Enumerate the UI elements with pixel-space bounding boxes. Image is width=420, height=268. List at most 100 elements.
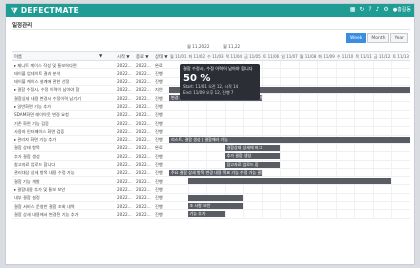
day-gridline [298,202,300,210]
day-gridline [261,210,263,218]
gantt-track [169,193,410,202]
task-name: 관리대상 상세 항목 내용 수정 가능 [14,170,75,176]
user-menu[interactable]: ● 홍길동 [393,6,411,13]
day-gridline [317,69,319,77]
gantt-bar[interactable] [187,194,244,201]
day-gridline [243,185,245,193]
day-gridline [335,77,337,85]
table-row[interactable]: 관리대상 상세 항목 내용 수정 가능 2022... 2022... 진행 주요 결함… [12,168,410,178]
view-month-button[interactable]: Month [367,33,390,43]
day-gridline [372,127,374,135]
gantt-track [169,102,410,110]
table-row[interactable]: 결함 상태 항목 2022... 2022... 완료 결함상태 상세에 버그 [12,143,410,153]
day-gridline [224,119,226,127]
day-gridline [206,119,208,127]
day-gridline [261,61,263,69]
day-gridline [335,202,337,210]
task-name: ▸ 관리자 화면 기능 추가 [14,137,57,143]
grid-icon[interactable]: ▦ [350,6,356,13]
gantt-bar[interactable]: 결함상태 상세에 버그 [224,144,281,151]
table-row[interactable]: 추가 결함 생성 2022... 2022... 진행 추가 결함 생성 [12,152,410,161]
gantt-bar[interactable]: 주요 결함 상세 항목 변경 내용 목표 기능 수정 가능 결함 [169,169,262,176]
col-status-label: 상태 [155,55,163,60]
filter-icon[interactable]: ▼ [126,55,129,60]
month-header: 월 11,2022 월 11,22 [12,43,410,51]
gantt-bar[interactable] [187,178,392,185]
filter-icon[interactable]: ▼ [164,55,167,60]
day-gridline [261,168,263,177]
day-header: 금 11/12 [373,54,391,59]
table-row[interactable]: ▸ 관리자 화면 기능 추가 2022... 2022... 진행 리스트, 결함 생성… [12,135,410,144]
day-gridline [391,168,393,177]
day-gridline [335,94,337,102]
day-gridline [391,143,393,152]
col-name-header[interactable]: 이름 ▼ [14,54,102,60]
task-status: 지연 [155,87,163,93]
table-row[interactable]: ▸ 결함내용 추가 및 통보 보안 2022... 2022... 진행 [12,185,410,194]
day-gridline [335,61,337,69]
day-gridline [261,94,263,102]
day-gridline [335,185,337,193]
table-row[interactable]: 사용자 인터페이스 화면 검증 2022... 2022... 진행 [12,127,410,136]
day-gridline [391,61,393,69]
table-row[interactable]: 기존 화면 기능 검증 2022... 2022... 진행 [12,119,410,128]
help-icon[interactable]: ? [368,6,371,13]
gantt-bar[interactable]: 기능 추가 [187,211,225,218]
day-gridline [261,69,263,77]
day-headers: 월 11/01 화 11/02 수 11/03 목 11/04 금 11/05 토 11/… [169,52,410,60]
day-gridline [280,143,282,152]
task-start: 2022... [117,203,132,209]
gantt-track: 결함상태 상세에 버그 [169,143,410,152]
app-logo[interactable]: ⧩ DEFECTMATE [11,6,79,16]
day-gridline [391,119,393,127]
day-gridline [354,193,356,202]
view-week-button[interactable]: Week [346,33,367,43]
table-row[interactable]: 참고자료 업로드 합니다 2022... 2022... 진행 참고자료 업로드 합 [12,160,410,169]
filter-icon[interactable]: ▼ [99,54,102,59]
task-status: 진행 [155,79,163,85]
task-name: 참고자료 업로드 합니다 [14,162,56,168]
day-gridline [372,119,374,127]
table-row[interactable]: 내부 결함 설정 2022... 2022... 진행 [12,193,410,203]
day-gridline [298,77,300,85]
task-status: 진행 [155,128,163,134]
task-name: ▸ 일반화면 기능 추가 [14,103,51,109]
refresh-icon[interactable]: ↻ [359,6,364,13]
task-start: 2022... [117,186,132,192]
tooltip-end: End: 11/09 오후 12, 진행 7 [183,90,234,95]
day-gridline [317,127,319,135]
gantt-bar[interactable]: 조 사항 보안 [187,203,244,210]
gantt-track: 주요 결함 상세 항목 변경 내용 목표 기능 수정 가능 결함 [169,168,410,177]
table-row[interactable]: 결함 상세 내용에서 변경된 기능 추가 2022... 2022... 진행 기능 추… [12,210,410,219]
table-row[interactable]: SDAM화면 레이아웃 변경 요청 2022... 2022... 진행 [12,110,410,120]
table-row[interactable]: ▸ 일반화면 기능 추가 2022... 2022... 진행 [12,102,410,111]
filter-icon[interactable]: ▼ [145,55,148,60]
day-gridline [335,119,337,127]
gantt-bar[interactable]: 리스트, 결함 생성 | 결함에러 기능 [169,136,410,143]
col-start-header[interactable]: 시작 ▼ [117,54,130,60]
bell-icon[interactable]: ♪ [376,6,380,13]
user-name: 홍길동 [397,7,411,13]
day-gridline [298,119,300,127]
day-gridline [298,102,300,110]
day-gridline [187,102,189,110]
task-start: 2022... [117,153,132,159]
day-gridline [354,94,356,102]
day-gridline [335,160,337,168]
col-status-header[interactable]: 상태 ▼ [155,54,168,60]
gantt-bar[interactable]: 참고자료 업로드 합 [224,161,281,168]
day-gridline [298,61,300,69]
task-end: 2022... [136,95,151,101]
task-start: 2022... [117,178,132,184]
day-gridline [391,77,393,85]
table-row[interactable]: 결함 기능 개발 2022... 2022... 진행 [12,177,410,186]
settings-icon[interactable]: ⚙ [383,6,388,13]
view-year-button[interactable]: Year [390,33,408,43]
col-end-header[interactable]: 종료 ▼ [136,54,149,60]
task-start: 2022... [117,195,132,201]
gantt-bar[interactable]: 추가 결함 생성 [224,153,281,160]
task-name: 추가 결함 생성 [14,153,40,159]
day-gridline [298,110,300,119]
day-gridline [298,210,300,218]
table-row[interactable]: 결함 서비스 운영한 결함 조회 내역 2022... 2022... 진행 조 사항 … [12,202,410,211]
